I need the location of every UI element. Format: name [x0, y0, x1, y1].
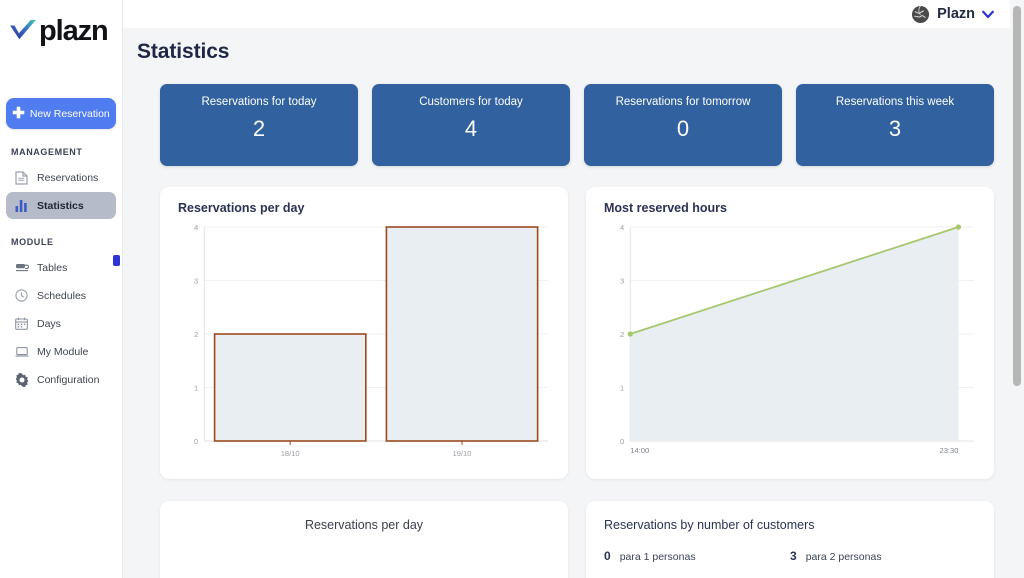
chart-card-reservations-per-day: Reservations per day 0 1 2 3 4 18/10 19/10 — [160, 187, 568, 479]
new-reservation-label: New Reservation — [29, 107, 110, 120]
stat-label: Reservations this week — [835, 96, 955, 108]
stat-label: Reservations for today — [201, 96, 317, 108]
stat-value: 2 — [252, 116, 266, 141]
stat-label: Reservations for tomorrow — [615, 96, 751, 108]
page-scrollbar-thumb[interactable] — [1013, 6, 1021, 386]
bar-chart-icon — [14, 198, 29, 213]
stat-card-reservations-tomorrow[interactable]: Reservations for tomorrow 0 — [584, 84, 782, 166]
svg-text:1: 1 — [620, 384, 624, 393]
svg-text:0: 0 — [194, 437, 198, 446]
stat-card-reservations-week[interactable]: Reservations this week 3 — [796, 84, 994, 166]
svg-text:23:30: 23:30 — [940, 446, 959, 455]
sidebar-item-label: Tables — [37, 261, 68, 274]
area-chart[interactable]: 0 1 2 3 4 14:00 23:30 — [604, 219, 980, 469]
svg-text:3: 3 — [620, 277, 624, 286]
sidebar-item-tables[interactable]: Tables — [6, 254, 116, 281]
topbar: Plazn — [123, 0, 1024, 28]
stat-value: 0 — [676, 116, 690, 141]
sidebar-item-days[interactable]: Days — [6, 310, 116, 337]
charts-row: Reservations per day 0 1 2 3 4 18/10 19/10 Mos… — [160, 187, 994, 479]
check-logo-icon — [10, 19, 36, 40]
legend-row: 0 para 1 personas 3 para 2 personas — [604, 549, 976, 563]
svg-text:2: 2 — [194, 330, 198, 339]
lower-card-title: Reservations per day — [304, 518, 424, 532]
svg-text:19/10: 19/10 — [453, 449, 472, 458]
gear-icon — [14, 372, 29, 387]
lower-cards-row: Reservations per day Reservations by num… — [160, 501, 994, 578]
svg-text:4: 4 — [194, 223, 198, 232]
sidebar-item-my-module[interactable]: My Module — [6, 338, 116, 365]
svg-text:2: 2 — [620, 330, 624, 339]
stat-card-reservations-today[interactable]: Reservations for today 2 — [160, 84, 358, 166]
nav-section-module: MODULE — [11, 237, 54, 247]
stat-label: Customers for today — [419, 96, 523, 108]
stat-cards-row: Reservations for today 2 Customers for t… — [160, 84, 994, 166]
svg-text:0: 0 — [620, 437, 624, 446]
stat-value: 3 — [888, 116, 902, 141]
plus-icon: ✚ — [12, 104, 25, 122]
legend-item: 3 para 2 personas — [790, 549, 976, 563]
legend-label: para 1 personas — [619, 551, 696, 563]
app-root: plazn ✚ New Reservation MANAGEMENT Reser… — [0, 0, 1024, 578]
lower-card-reservations-by-customers: Reservations by number of customers 0 pa… — [586, 501, 994, 578]
content-area: Reservations for today 2 Customers for t… — [123, 64, 1024, 578]
table-icon — [14, 260, 29, 275]
page-title: Statistics — [137, 40, 230, 63]
main-content: Plazn Statistics Reservations for today … — [123, 0, 1024, 578]
svg-text:14:00: 14:00 — [630, 446, 649, 455]
sidebar-item-label: Configuration — [37, 373, 100, 386]
sidebar-item-label: Days — [37, 317, 61, 330]
chart-card-most-reserved-hours: Most reserved hours 0 1 2 3 4 14:00 23:30 — [586, 187, 994, 479]
laptop-icon — [14, 344, 29, 359]
sidebar-item-reservations[interactable]: Reservations — [6, 164, 116, 191]
svg-text:3: 3 — [194, 277, 198, 286]
new-reservation-button[interactable]: ✚ New Reservation — [6, 98, 116, 129]
user-menu[interactable]: Plazn — [911, 5, 994, 24]
sidebar-item-label: My Module — [37, 345, 89, 358]
sidebar: plazn ✚ New Reservation MANAGEMENT Reser… — [0, 0, 123, 578]
svg-text:1: 1 — [194, 384, 198, 393]
sidebar-item-schedules[interactable]: Schedules — [6, 282, 116, 309]
sidebar-item-label: Statistics — [37, 199, 84, 212]
stat-card-customers-today[interactable]: Customers for today 4 — [372, 84, 570, 166]
sidebar-item-configuration[interactable]: Configuration — [6, 366, 116, 393]
stat-value: 4 — [464, 116, 478, 141]
chart-title: Most reserved hours — [604, 201, 727, 215]
legend-label: para 2 personas — [805, 551, 882, 563]
user-name: Plazn — [937, 6, 975, 22]
sidebar-item-label: Schedules — [37, 289, 87, 302]
legend-value: 3 — [790, 549, 797, 563]
globe-icon — [912, 5, 930, 23]
brand-name: plazn — [39, 14, 109, 47]
lower-card-reservations-per-day: Reservations per day — [160, 501, 568, 578]
legend-value: 0 — [604, 549, 611, 563]
chart-title: Reservations per day — [178, 201, 305, 215]
document-icon — [14, 170, 29, 185]
clock-icon — [14, 288, 29, 303]
svg-text:18/10: 18/10 — [281, 449, 300, 458]
bar-chart[interactable]: 0 1 2 3 4 18/10 19/10 — [178, 219, 554, 469]
lower-card-title: Reservations by number of customers — [604, 518, 815, 532]
calendar-icon — [14, 316, 29, 331]
chevron-down-icon — [982, 10, 994, 18]
sidebar-collapse-handle[interactable] — [113, 255, 120, 266]
brand-logo[interactable]: plazn — [0, 0, 122, 62]
nav-section-management: MANAGEMENT — [11, 147, 83, 157]
svg-text:4: 4 — [620, 223, 624, 232]
sidebar-item-label: Reservations — [37, 171, 99, 184]
legend-item: 0 para 1 personas — [604, 549, 790, 563]
sidebar-item-statistics[interactable]: Statistics — [6, 192, 116, 219]
